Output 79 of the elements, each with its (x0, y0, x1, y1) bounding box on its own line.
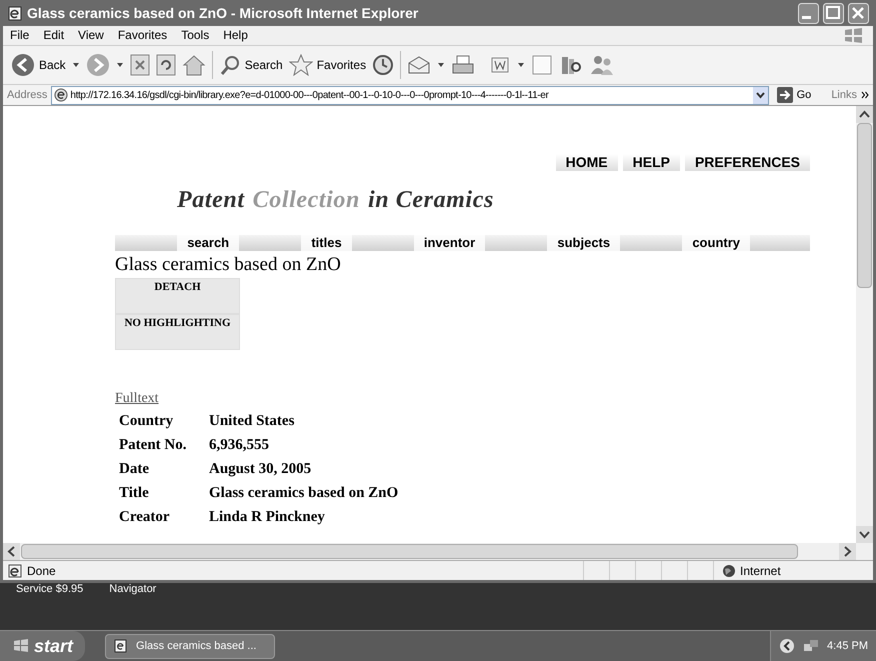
document-heading: Glass ceramics based on ZnO (115, 254, 342, 276)
nav-tab[interactable]: search (177, 234, 240, 251)
dropdown-caret-icon[interactable] (116, 62, 124, 68)
minimize-icon[interactable] (798, 2, 819, 24)
back-button[interactable]: Back (11, 53, 66, 77)
window-title: Glass ceramics based on ZnO - Microsoft Internet Explorer (27, 4, 420, 23)
field-label: Title (119, 484, 150, 503)
status-text: Done (27, 562, 57, 580)
vertical-scrollbar[interactable] (856, 106, 873, 544)
favorites-button[interactable]: Favorites (288, 54, 366, 76)
field-label: Creator (119, 508, 171, 527)
nav-tab[interactable]: country (682, 234, 750, 251)
chevron-icon[interactable] (861, 91, 869, 100)
nav-tab[interactable]: subjects (547, 234, 620, 251)
menu-item[interactable]: Favorites (110, 26, 174, 44)
blank-note-icon[interactable] (531, 54, 554, 76)
nav-tab[interactable]: titles (301, 234, 352, 251)
word-document-icon[interactable] (489, 55, 512, 75)
go-button[interactable]: Go (772, 86, 816, 104)
dropdown-caret-icon[interactable] (437, 62, 446, 68)
menu-item[interactable]: Edit (36, 26, 72, 44)
printer-icon[interactable] (451, 54, 476, 76)
scrollbar-thumb[interactable] (21, 544, 798, 560)
field-value: Linda R Pinckney (209, 508, 326, 527)
field-label: Patent No. (119, 436, 188, 455)
action-button[interactable]: DETACH (115, 278, 240, 314)
home-icon[interactable] (182, 54, 206, 76)
field-value: 6,936,555 (209, 436, 270, 455)
menu-item[interactable]: View (71, 26, 111, 44)
top-nav-link[interactable]: HELP (622, 154, 680, 171)
zone-text: Internet (740, 562, 781, 580)
arrow-right-icon[interactable] (776, 87, 793, 104)
menu-item[interactable]: Help (216, 26, 255, 44)
field-value: Glass ceramics based on ZnO (209, 484, 398, 503)
search-button[interactable]: Search (218, 54, 283, 76)
address-field[interactable]: http://172.16.34.16/gsdl/cgi-bin/library.exe?e=d-01000-00---0patent--00-1--0-10-0---0---0prompt-10---4-------0-1l--11-er (51, 86, 769, 105)
chevron-left-icon[interactable] (779, 638, 796, 654)
research-books-icon[interactable] (559, 54, 584, 76)
maximize-icon[interactable] (823, 2, 844, 24)
field-label: Date (119, 460, 150, 479)
fulltext-link[interactable]: Fulltext (115, 388, 159, 409)
network-icon[interactable] (803, 638, 820, 654)
top-nav-link[interactable]: PREFERENCES (684, 154, 810, 171)
people-icon[interactable] (589, 54, 616, 76)
taskbar-window-button[interactable]: Glass ceramics based ... (105, 634, 276, 658)
field-value: August 30, 2005 (209, 460, 312, 479)
windows-flag-icon[interactable] (12, 638, 30, 654)
page-icon[interactable] (7, 5, 23, 21)
action-button[interactable]: NO HIGHLIGHTING (115, 314, 240, 350)
clock-time: 4:45 PM (827, 638, 868, 654)
nav-tab[interactable]: inventor (414, 234, 486, 251)
menu-item[interactable]: File (3, 26, 36, 44)
address-label: Address (7, 88, 48, 103)
page-icon[interactable] (114, 639, 128, 653)
page-icon[interactable] (7, 562, 23, 579)
search-icon[interactable] (218, 54, 241, 76)
logo-text: Patent (177, 186, 245, 215)
start-button[interactable]: start (0, 631, 86, 661)
desktop-icon-label: Navigator (109, 583, 156, 597)
logo-text: Collection (252, 186, 360, 215)
logo-text: in Ceramics (368, 186, 494, 215)
field-value: United States (209, 412, 296, 431)
top-nav-link[interactable]: HOME (556, 154, 618, 171)
dropdown-caret-icon[interactable] (72, 62, 80, 68)
menu-item[interactable]: Tools (174, 26, 216, 44)
field-label: Country (119, 412, 174, 431)
history-clock-icon[interactable] (372, 54, 394, 76)
stop-icon[interactable] (130, 54, 150, 76)
dropdown-caret-icon[interactable] (517, 62, 526, 68)
page-icon[interactable] (54, 88, 68, 102)
globe-icon[interactable] (722, 564, 736, 578)
mail-icon[interactable] (407, 54, 432, 76)
links-button[interactable]: Links (831, 86, 857, 104)
desktop-icon-label: Service $9.95 (16, 583, 84, 597)
scrollbar-thumb[interactable] (857, 122, 872, 288)
star-icon[interactable] (288, 54, 313, 76)
close-icon[interactable] (848, 2, 869, 24)
horizontal-scrollbar[interactable] (3, 543, 873, 560)
refresh-icon[interactable] (156, 54, 176, 76)
